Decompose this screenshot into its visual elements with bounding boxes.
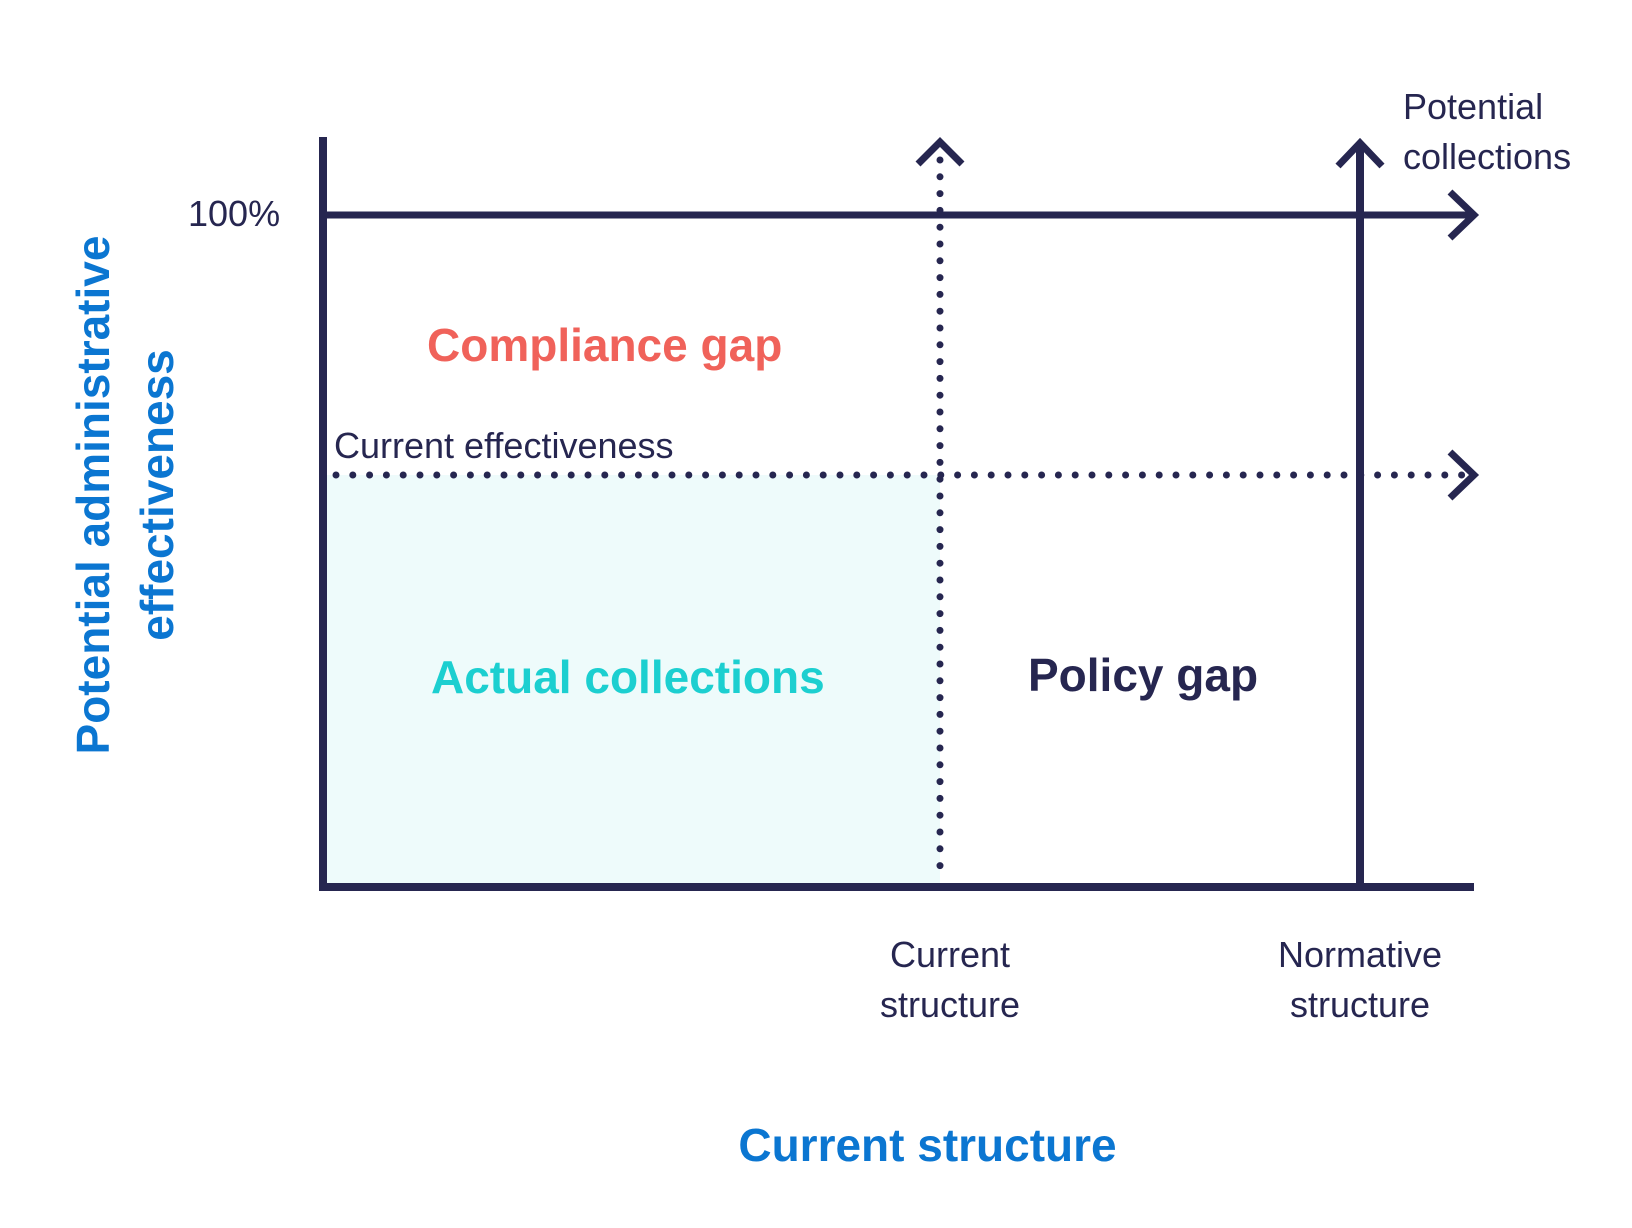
potential-collections-label: Potential collections — [1403, 82, 1571, 182]
y-axis-title-line1: Potential administrative — [67, 235, 119, 755]
compliance-gap-label: Compliance gap — [427, 319, 783, 371]
current-structure-tick-label: Current structure — [850, 930, 1050, 1030]
normative-structure-tick-label: Normative structure — [1250, 930, 1470, 1030]
gap-diagram — [319, 137, 1480, 891]
normative-structure-tick-line1: Normative — [1277, 934, 1443, 975]
normative-structure-tick-line2: structure — [1289, 984, 1431, 1025]
hundred-percent-label: 100% — [188, 193, 281, 234]
y-axis-title-line2: effectiveness — [131, 349, 183, 641]
y-axis-title: Potential administrative effectiveness — [61, 195, 189, 795]
potential-collections-line2: collections — [1403, 136, 1572, 177]
potential-collections-line1: Potential — [1403, 86, 1544, 127]
current-structure-tick-line2: structure — [879, 984, 1021, 1025]
x-axis-title: Current structure — [738, 1119, 1117, 1171]
actual-collections-label: Actual collections — [431, 651, 825, 703]
policy-gap-label: Policy gap — [1028, 649, 1259, 701]
current-structure-tick-line1: Current — [889, 934, 1011, 975]
current-effectiveness-label: Current effectiveness — [334, 425, 674, 466]
